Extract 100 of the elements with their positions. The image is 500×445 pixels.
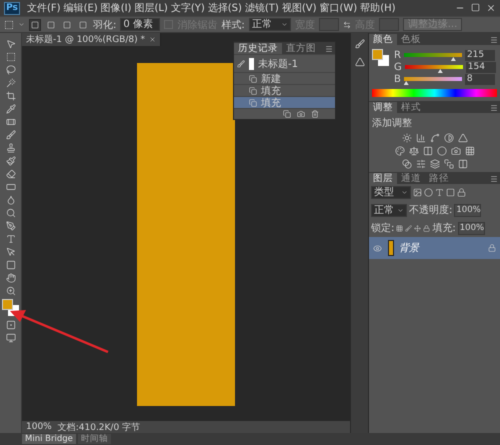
caret-icon[interactable]	[397, 206, 404, 214]
crop-icon[interactable]	[6, 91, 16, 101]
hand-icon[interactable]	[6, 273, 16, 283]
panel-tab[interactable]: 路径	[425, 173, 453, 184]
selection-mode-button[interactable]	[45, 18, 57, 30]
palette-icon[interactable]	[394, 146, 404, 156]
menu-icon[interactable]	[490, 174, 498, 182]
panel-tab[interactable]: 样式	[397, 102, 425, 113]
pointer-icon[interactable]	[6, 247, 16, 257]
panel-tab[interactable]: 直方图	[282, 43, 320, 54]
channel-value[interactable]: 8	[464, 74, 495, 84]
quick-mask-icon[interactable]	[6, 320, 16, 330]
columns-icon[interactable]	[458, 159, 468, 169]
grid-icon[interactable]	[464, 146, 474, 156]
panel-tab[interactable]: 颜色	[369, 34, 397, 45]
menu-item[interactable]: 文字(Y)	[170, 1, 205, 15]
selection-mode-button[interactable]	[29, 18, 41, 30]
lasso-icon[interactable]	[6, 65, 16, 75]
brush-icon[interactable]	[6, 130, 16, 140]
caret-icon[interactable]	[280, 21, 288, 28]
close-icon[interactable]	[148, 36, 156, 43]
menu-item[interactable]: 滤镜(T)	[244, 1, 279, 15]
search-icon[interactable]	[6, 208, 16, 218]
trash-icon[interactable]	[311, 110, 319, 118]
circle-icon[interactable]	[424, 188, 433, 197]
channel-value[interactable]: 215	[464, 50, 495, 60]
maximize-icon[interactable]	[471, 3, 480, 12]
history-item[interactable]: 填充	[234, 96, 335, 108]
copy-icon[interactable]	[283, 110, 291, 118]
stamp-icon[interactable]	[6, 143, 16, 153]
panel-tab[interactable]: 通道	[397, 173, 425, 184]
bottom-tab[interactable]: Mini Bridge	[22, 434, 76, 444]
slider-thumb[interactable]	[438, 69, 443, 73]
menu-item[interactable]: 图层(L)	[134, 1, 168, 15]
rectangle-icon[interactable]	[6, 182, 16, 192]
eyedropper-icon[interactable]	[6, 104, 16, 114]
menu-item[interactable]: 窗口(W)	[319, 1, 358, 15]
panel-tab[interactable]: 调整	[369, 102, 397, 113]
caret-icon[interactable]	[18, 21, 25, 28]
marquee-icon[interactable]	[6, 52, 16, 62]
grid-icon[interactable]	[396, 224, 404, 232]
marquee-icon[interactable]	[4, 20, 14, 30]
snapshot-name[interactable]: 未标题-1	[258, 56, 298, 70]
stack-icon[interactable]	[444, 159, 454, 169]
blend-mode-select[interactable]: 正常	[371, 204, 407, 216]
selection-mode-button[interactable]	[61, 18, 73, 30]
menu-icon[interactable]	[490, 104, 498, 112]
square-icon[interactable]	[6, 260, 16, 270]
menu-item[interactable]: 选择(S)	[208, 1, 242, 15]
slider-thumb[interactable]	[450, 57, 456, 61]
style-select[interactable]: 正常	[248, 18, 291, 31]
text-tool-icon[interactable]	[435, 188, 444, 197]
panel-tab[interactable]: 图层	[369, 173, 397, 184]
brush-icon[interactable]	[237, 60, 245, 68]
feather-field[interactable]: 0 像素	[120, 18, 160, 31]
histogram-icon[interactable]	[416, 133, 426, 143]
selection-mode-button[interactable]	[77, 18, 89, 30]
channel-value[interactable]: 154	[466, 62, 496, 72]
camera-icon[interactable]	[450, 146, 460, 156]
square-icon[interactable]	[446, 188, 455, 197]
blend-icon[interactable]	[402, 159, 412, 169]
menu-item[interactable]: 视图(V)	[282, 1, 316, 15]
size-field[interactable]	[378, 18, 399, 31]
droplet-icon[interactable]	[6, 195, 16, 205]
brush-icon[interactable]	[405, 224, 412, 232]
opacity-field[interactable]: 100%	[454, 204, 482, 216]
menu-item[interactable]: 图像(I)	[100, 1, 132, 15]
eraser-icon[interactable]	[6, 169, 16, 179]
screen-mode-icon[interactable]	[6, 333, 16, 343]
menu-icon[interactable]	[490, 36, 498, 44]
close-icon[interactable]	[486, 3, 496, 13]
scale-icon[interactable]	[408, 146, 418, 156]
eye-icon[interactable]	[373, 244, 382, 252]
panel-tab[interactable]: 色板	[397, 34, 425, 45]
camera-icon[interactable]	[297, 110, 305, 118]
triangle-icon[interactable]	[458, 133, 468, 143]
zoom-icon[interactable]	[6, 286, 16, 296]
layers-icon[interactable]	[430, 159, 440, 169]
contrast-icon[interactable]	[444, 133, 454, 143]
brush-icon[interactable]	[354, 39, 364, 49]
layer-row[interactable]: 背景	[369, 237, 500, 259]
color-swatches[interactable]	[372, 49, 390, 67]
bottom-tab[interactable]: 时间轴	[78, 434, 111, 444]
menu-item[interactable]: 文件(F)	[27, 1, 61, 15]
fill-field[interactable]: 100%	[458, 222, 485, 234]
menu-item[interactable]: 帮助(H)	[360, 1, 396, 15]
caret-icon[interactable]	[401, 189, 408, 196]
history-item[interactable]: 新建	[234, 72, 335, 84]
color-spectrum[interactable]	[372, 89, 497, 97]
panel-tab[interactable]: 历史记录	[234, 43, 282, 54]
size-field[interactable]	[318, 18, 339, 31]
sliders-icon[interactable]	[416, 159, 426, 169]
swap-icon[interactable]	[342, 20, 351, 28]
triangle-icon[interactable]	[354, 57, 364, 67]
filter-select[interactable]: 类型	[371, 186, 411, 199]
slider-thumb[interactable]	[404, 81, 409, 85]
wand-icon[interactable]	[6, 78, 16, 88]
menu-icon[interactable]	[325, 44, 333, 52]
document-tab[interactable]: 未标题-1 @ 100%(RGB/8) *	[22, 33, 161, 46]
columns-icon[interactable]	[422, 146, 432, 156]
